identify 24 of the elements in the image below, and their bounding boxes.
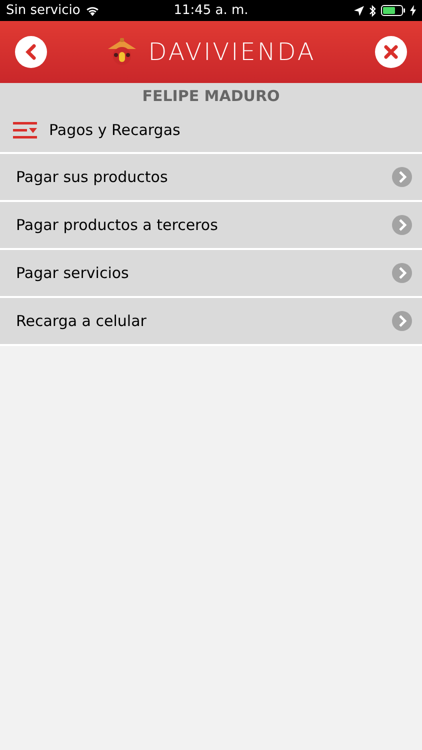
menu-item[interactable]: Pagar productos a terceros	[0, 202, 422, 250]
wifi-icon	[85, 5, 100, 16]
carrier-label: Sin servicio	[6, 3, 80, 18]
charging-icon	[410, 5, 416, 16]
chevron-icon	[392, 311, 412, 331]
close-button[interactable]	[375, 36, 407, 68]
bluetooth-icon	[369, 4, 376, 16]
chevron-icon	[392, 167, 412, 187]
location-icon	[354, 6, 364, 16]
menu-item[interactable]: Recarga a celular	[0, 298, 422, 346]
menu-item[interactable]: Pagar servicios	[0, 250, 422, 298]
clock: 11:45 a. m.	[174, 3, 248, 18]
house-logo-icon	[106, 38, 138, 66]
back-button[interactable]	[15, 36, 47, 68]
chevron-icon	[392, 215, 412, 235]
back-icon	[24, 44, 38, 60]
close-icon	[384, 45, 398, 59]
chevron-icon	[392, 263, 412, 283]
user-name: FELIPE MADURO	[0, 83, 422, 107]
menu-item[interactable]: Pagar sus productos	[0, 154, 422, 202]
menu-icon	[13, 120, 39, 140]
brand-name: DAVIVIENDA	[148, 38, 316, 66]
battery-icon	[381, 5, 405, 16]
section-title: Pagos y Recargas	[49, 120, 180, 138]
